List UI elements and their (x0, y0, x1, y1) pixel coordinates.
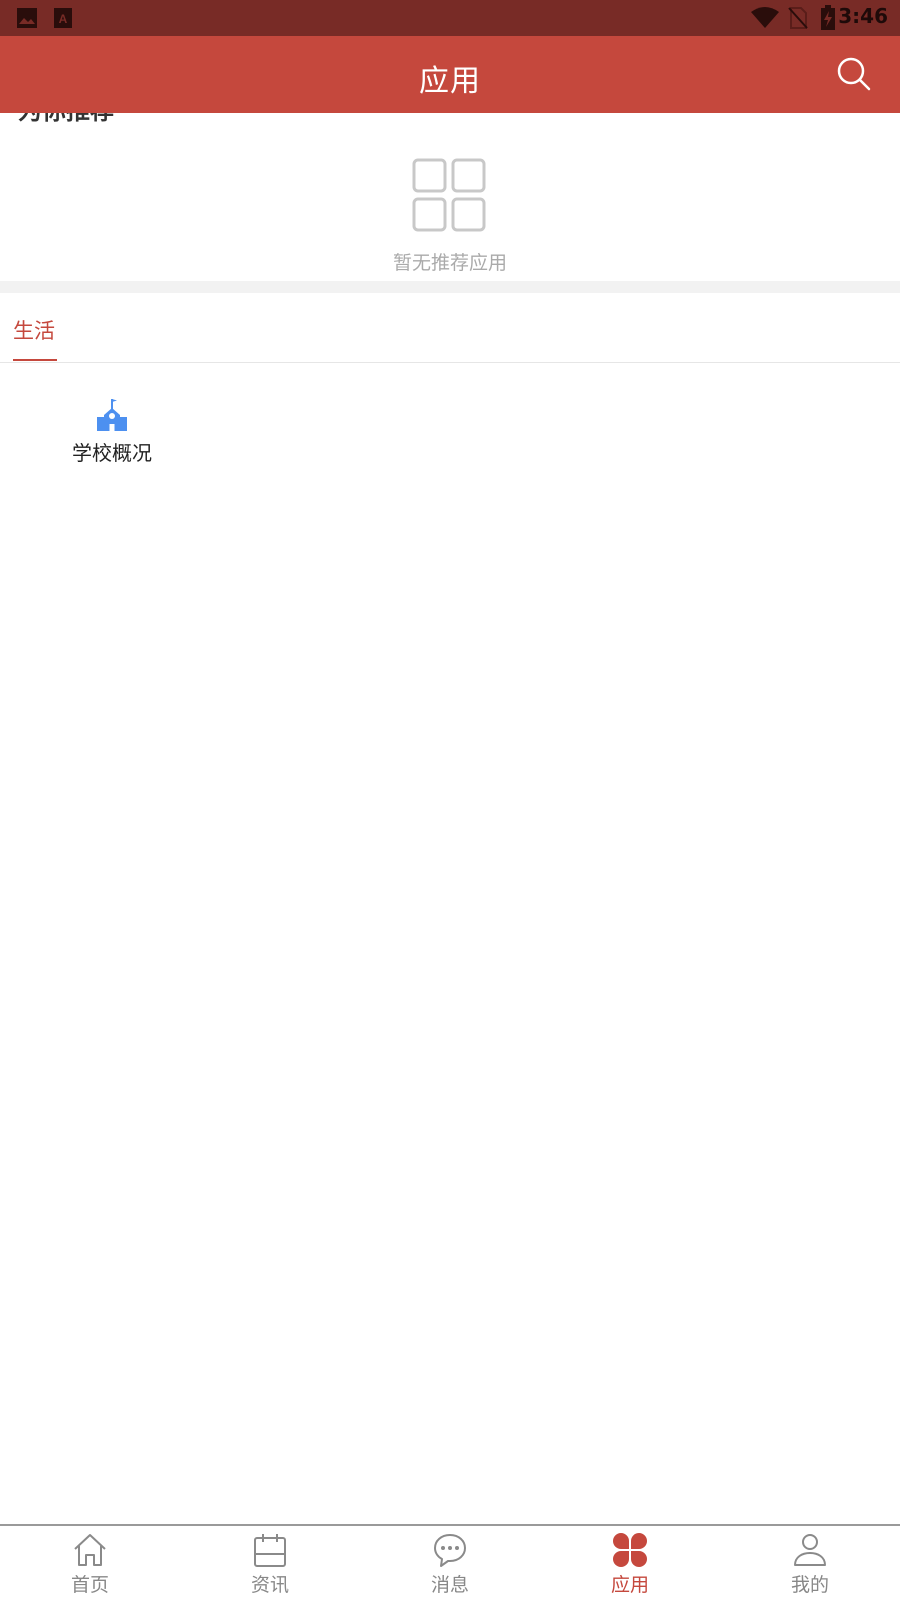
recommend-section: 为你推荐 暂无推荐应用 (0, 113, 900, 281)
no-sim-icon (788, 7, 808, 29)
search-icon[interactable] (836, 56, 872, 92)
text-a-icon: A (54, 8, 72, 28)
recommend-title: 为你推荐 (18, 113, 114, 126)
nav-label: 我的 (790, 1574, 829, 1596)
tab-active-indicator (13, 359, 57, 361)
nav-profile[interactable]: 我的 (720, 1526, 900, 1602)
wifi-icon (751, 7, 779, 28)
battery-charging-icon (821, 5, 835, 30)
section-divider (0, 281, 900, 293)
status-time: 3:46 (838, 4, 888, 28)
grid-icon (412, 158, 486, 232)
nav-messages[interactable]: 消息 (360, 1526, 540, 1602)
nav-home[interactable]: 首页 (0, 1526, 180, 1602)
svg-text:A: A (59, 12, 68, 26)
bottom-nav: 首页 资讯 消息 应用 我的 (0, 1524, 900, 1602)
nav-label: 资讯 (250, 1574, 289, 1596)
nav-label: 首页 (70, 1574, 109, 1596)
nav-news[interactable]: 资讯 (180, 1526, 360, 1602)
status-bar: A 3:46 (0, 0, 900, 36)
calendar-icon (254, 1534, 286, 1567)
nav-label: 应用 (610, 1574, 649, 1596)
home-icon (74, 1534, 106, 1566)
chat-bubble-icon (434, 1534, 466, 1567)
apps-clover-icon (613, 1533, 647, 1567)
nav-label: 消息 (430, 1574, 469, 1596)
nav-apps[interactable]: 应用 (540, 1526, 720, 1602)
app-header: 应用 (0, 36, 900, 113)
empty-recommend-text: 暂无推荐应用 (392, 252, 507, 274)
tab-life[interactable]: 生活 (13, 315, 55, 345)
person-icon (794, 1534, 826, 1566)
app-school-overview[interactable]: 学校概况 (62, 397, 162, 467)
image-icon (17, 8, 37, 28)
page-title: 应用 (419, 64, 481, 99)
app-label: 学校概况 (72, 441, 152, 465)
school-icon (97, 399, 127, 431)
category-tabs: 生活 (0, 293, 900, 363)
